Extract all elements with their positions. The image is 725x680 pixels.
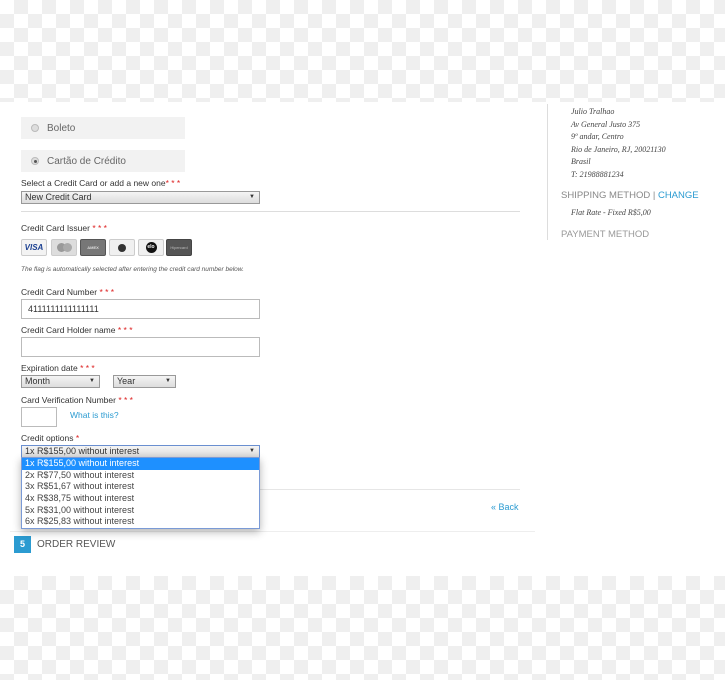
address-line: Brasil: [571, 157, 591, 166]
credit-option[interactable]: 2x R$77,50 without interest: [22, 470, 259, 482]
address-line: Julio Tralhao: [571, 107, 615, 116]
elo-icon[interactable]: elo: [138, 239, 164, 256]
hipercard-icon[interactable]: Hipercard: [166, 239, 192, 256]
expiration-label: Expiration date * * *: [21, 363, 95, 373]
credit-option[interactable]: 5x R$31,00 without interest: [22, 505, 259, 517]
payment-option-boleto[interactable]: Boleto: [21, 117, 185, 139]
option-label: Cartão de Crédito: [47, 155, 126, 167]
divider: [10, 531, 535, 532]
cvv-input[interactable]: [21, 407, 57, 427]
card-number-input[interactable]: 4111111111111111: [21, 299, 260, 319]
credit-option[interactable]: 6x R$25,83 without interest: [22, 516, 259, 528]
transparent-background-bottom: [0, 576, 725, 680]
holder-name-input[interactable]: [21, 337, 260, 357]
radio-icon[interactable]: [31, 124, 39, 132]
address-line: T: 21988881234: [571, 169, 624, 179]
select-card-dropdown[interactable]: New Credit Card ▼: [21, 191, 260, 204]
diners-icon[interactable]: [109, 239, 135, 256]
payment-option-credit-card[interactable]: Cartão de Crédito: [21, 150, 185, 172]
divider: [21, 211, 520, 212]
option-label: Boleto: [47, 122, 76, 134]
shipping-method-value: Flat Rate - Fixed R$5,00: [571, 208, 651, 217]
credit-options-label: Credit options *: [21, 433, 80, 443]
cvv-help-link[interactable]: What is this?: [70, 410, 119, 420]
issuer-label: Credit Card Issuer * * *: [21, 223, 107, 233]
shipping-method-heading: SHIPPING METHOD | CHANGE: [561, 190, 699, 201]
credit-option[interactable]: 4x R$38,75 without interest: [22, 493, 259, 505]
visa-icon[interactable]: VISA: [21, 239, 47, 256]
sidebar-border: [547, 104, 548, 240]
transparent-background-top: [0, 0, 725, 102]
card-number-label: Credit Card Number * * *: [21, 287, 115, 297]
step-title-order-review[interactable]: ORDER REVIEW: [37, 539, 115, 550]
back-link[interactable]: « Back: [491, 502, 519, 512]
credit-option[interactable]: 3x R$51,67 without interest: [22, 481, 259, 493]
address-line: Rio de Janeiro, RJ, 20021130: [571, 144, 666, 154]
step-number-badge: 5: [14, 536, 31, 553]
chevron-down-icon: ▼: [89, 378, 95, 384]
address-line: Av General Justo 375: [571, 119, 641, 129]
holder-name-label: Credit Card Holder name * * *: [21, 325, 133, 335]
amex-icon[interactable]: AMEX: [80, 239, 106, 256]
cvv-label: Card Verification Number * * *: [21, 395, 133, 405]
credit-options-dropdown-list: 1x R$155,00 without interest 2x R$77,50 …: [21, 457, 260, 530]
address-line: 9º andar, Centro: [571, 132, 624, 141]
change-shipping-link[interactable]: CHANGE: [658, 190, 699, 201]
chevron-down-icon: ▼: [165, 378, 171, 384]
issuer-note: The flag is automatically selected after…: [21, 266, 244, 273]
chevron-down-icon: ▼: [249, 194, 255, 200]
select-card-label: Select a Credit Card or add a new one* *…: [21, 178, 181, 188]
mastercard-icon[interactable]: [51, 239, 77, 256]
payment-method-heading: PAYMENT METHOD: [561, 229, 650, 240]
chevron-down-icon: ▼: [249, 448, 255, 454]
year-select[interactable]: Year ▼: [113, 375, 176, 388]
radio-selected-icon[interactable]: [31, 157, 39, 165]
month-select[interactable]: Month ▼: [21, 375, 100, 388]
credit-option[interactable]: 1x R$155,00 without interest: [22, 458, 259, 470]
